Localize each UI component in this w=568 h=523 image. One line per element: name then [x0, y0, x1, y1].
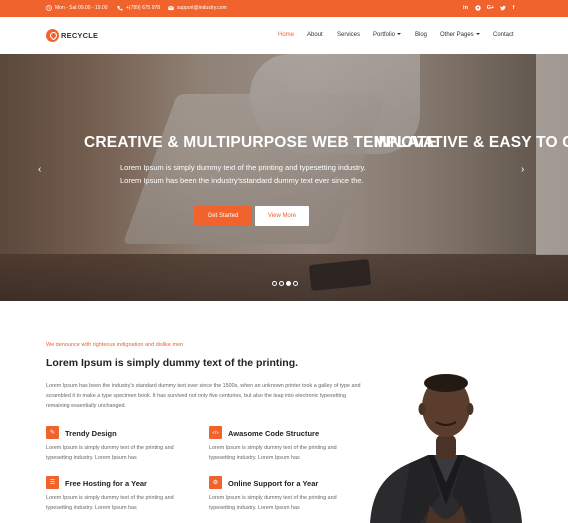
section-kicker: We denounce with righteous indignation a…: [46, 342, 184, 348]
main-navigation: RECYCLE Home About Services Portfolio Bl…: [0, 17, 568, 54]
logo[interactable]: RECYCLE: [46, 29, 98, 42]
nav-item-portfolio[interactable]: Portfolio: [373, 32, 402, 38]
feature-title: Online Support for a Year: [228, 479, 319, 488]
slider-dot[interactable]: [272, 281, 277, 286]
nav-item-home[interactable]: Home: [278, 32, 294, 38]
pinterest-icon[interactable]: [474, 4, 481, 12]
chevron-down-icon: [397, 33, 402, 36]
server-icon: ☰: [46, 476, 59, 489]
support-icon: ⚙: [209, 476, 222, 489]
linkedin-icon[interactable]: in: [462, 4, 469, 12]
nav-item-services[interactable]: Services: [337, 32, 360, 38]
phone-info: +(789) 675 978: [117, 5, 160, 11]
pencil-icon: ✎: [46, 426, 59, 439]
person-image: [370, 374, 522, 523]
feature-title: Trendy Design: [65, 429, 117, 438]
brand-name: RECYCLE: [61, 31, 99, 40]
facebook-icon[interactable]: f: [510, 4, 517, 12]
feature-title: Free Hosting for a Year: [65, 479, 147, 488]
code-icon: </>: [209, 426, 222, 439]
slider-pagination: [272, 281, 298, 286]
top-bar: Mon - Sat 09.00 - 19.00 +(789) 675 978 s…: [0, 0, 568, 17]
slider-dot[interactable]: [279, 281, 284, 286]
nav-item-blog[interactable]: Blog: [415, 32, 427, 38]
nav-item-other-pages-label: Other Pages: [440, 32, 474, 38]
hero-subtitle: Lorem Ipsum is simply dummy text of the …: [120, 161, 390, 187]
get-started-button[interactable]: Get Started: [194, 206, 252, 226]
feature-text: Lorem Ipsum is simply dummy text of the …: [46, 495, 174, 511]
twitter-icon[interactable]: [499, 4, 506, 12]
hero-slider: CREATIVE & MULTIPURPOSE WEB TEMPLATE INN…: [0, 54, 568, 301]
email-info: support@industry.com: [168, 5, 227, 11]
slider-dot-active[interactable]: [286, 281, 291, 286]
chevron-right-icon[interactable]: ›: [521, 164, 524, 175]
phone-icon: [117, 5, 123, 11]
hours-info: Mon - Sat 09.00 - 19.00: [46, 5, 108, 11]
recycle-logo-icon: [46, 29, 59, 42]
slider-dot[interactable]: [293, 281, 298, 286]
envelope-icon: [168, 5, 174, 11]
feature-text: Lorem Ipsum is simply dummy text of the …: [209, 495, 337, 511]
hero-subtitle-line: Lorem Ipsum has been the industry'sstand…: [120, 176, 364, 185]
nav-item-portfolio-label: Portfolio: [373, 32, 396, 38]
view-more-button[interactable]: View More: [255, 206, 309, 226]
section-title: Lorem Ipsum is simply dummy text of the …: [46, 357, 299, 369]
hours-text: Mon - Sat 09.00 - 19.00: [55, 5, 108, 11]
next-slide-preview: [536, 54, 568, 255]
feature-text: Lorem Ipsum is simply dummy text of the …: [209, 445, 337, 461]
nav-item-other-pages[interactable]: Other Pages: [440, 32, 480, 38]
phone-text[interactable]: +(789) 675 978: [126, 5, 160, 11]
google-plus-icon[interactable]: G+: [486, 4, 495, 12]
feature-text: Lorem Ipsum is simply dummy text of the …: [46, 445, 174, 461]
chevron-down-icon: [475, 33, 480, 36]
clock-icon: [46, 5, 52, 11]
feature-title: Awasome Code Structure: [228, 429, 320, 438]
chevron-left-icon[interactable]: ‹: [38, 164, 41, 175]
email-text[interactable]: support@industry.com: [177, 5, 227, 11]
nav-item-contact[interactable]: Contact: [493, 32, 514, 38]
section-description: Lorem Ipsum has been the industry's stan…: [46, 383, 361, 409]
nav-item-about[interactable]: About: [307, 32, 323, 38]
hero-title-next-slide: INNOVATIVE & EASY TO C: [374, 134, 568, 151]
hero-subtitle-line: Lorem Ipsum is simply dummy text of the …: [120, 163, 366, 172]
